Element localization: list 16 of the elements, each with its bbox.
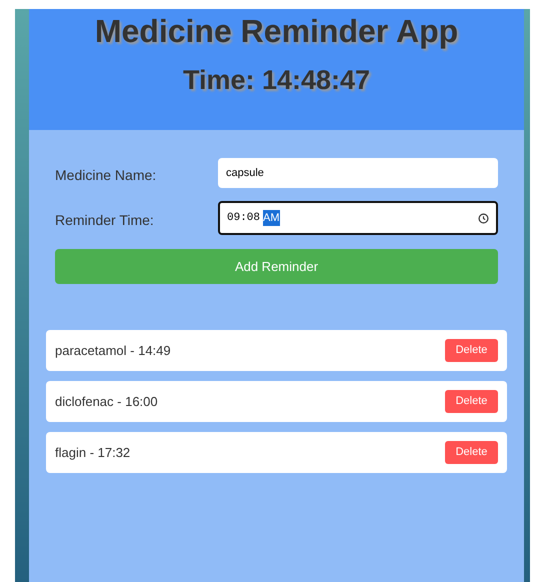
delete-button[interactable]: Delete xyxy=(445,390,498,413)
delete-button[interactable]: Delete xyxy=(445,339,498,362)
app-title: Medicine Reminder App xyxy=(94,12,458,51)
time-period[interactable]: AM xyxy=(263,210,280,226)
add-reminder-button[interactable]: Add Reminder xyxy=(55,249,498,284)
delete-button[interactable]: Delete xyxy=(445,441,498,464)
clock-icon[interactable] xyxy=(478,212,489,224)
clock-text: Time: 14:48:47 xyxy=(182,64,370,97)
reminder-time-label: Reminder Time: xyxy=(55,210,155,230)
reminder-time-field[interactable]: 09:08 AM xyxy=(218,201,498,235)
reminder-text: flagin - 17:32 xyxy=(55,444,130,462)
reminder-text: diclofenac - 16:00 xyxy=(55,392,158,411)
medicine-name-field[interactable]: capsule xyxy=(218,158,498,188)
reminder-text: paracetamol - 14:49 xyxy=(55,342,171,360)
medicine-name-label: Medicine Name: xyxy=(55,166,158,184)
time-value: 09:08 xyxy=(227,210,260,226)
